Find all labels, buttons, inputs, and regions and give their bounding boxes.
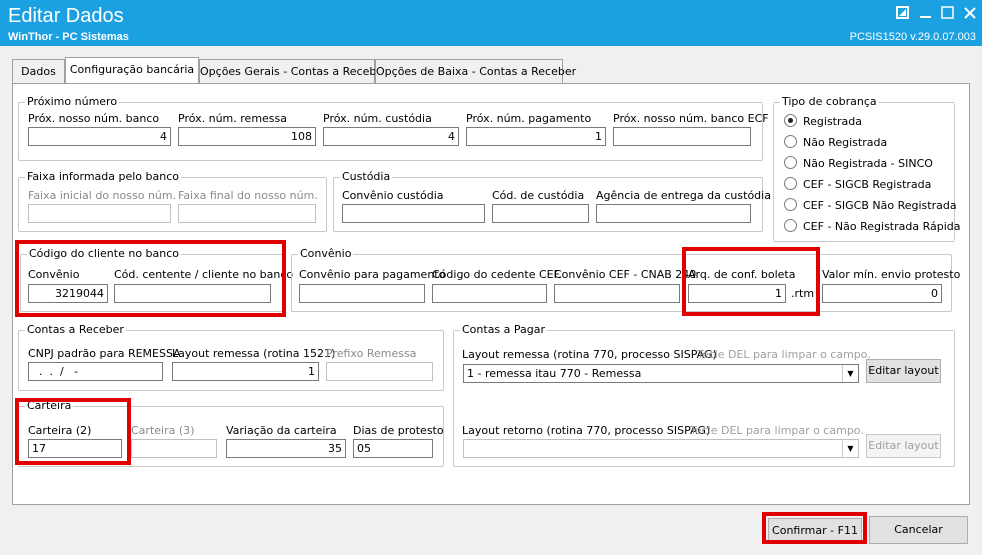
maximize-icon[interactable]: [940, 6, 956, 22]
title-bar: Editar Dados WinThor - PC Sistemas PCSIS…: [0, 0, 982, 46]
radio-cef-sigcb-registrada[interactable]: CEF - SIGCB Registrada: [784, 177, 931, 191]
radio-selected-icon: [784, 114, 797, 127]
layout-remessa-1521-input[interactable]: 1: [172, 362, 319, 381]
window-subtitle: WinThor - PC Sistemas: [8, 31, 129, 43]
tab-configuracao-bancaria[interactable]: Configuração bancária: [65, 57, 199, 83]
field-label: Cód. de custódia: [492, 189, 585, 202]
field-label: Faixa final do nosso núm.: [178, 189, 318, 202]
field-label: Próx. núm. remessa: [178, 112, 288, 125]
radio-icon: [784, 156, 797, 169]
minimize-icon[interactable]: [918, 6, 934, 22]
field-label: Convênio CEF - CNAB 240: [554, 268, 697, 281]
prox-num-custodia-input[interactable]: 4: [323, 127, 459, 146]
group-tipo-cobranca: Tipo de cobrança Registrada Não Registra…: [773, 95, 961, 242]
prox-num-pagamento-input[interactable]: 1: [466, 127, 606, 146]
field-label: Carteira (3): [131, 424, 195, 437]
radio-icon: [784, 198, 797, 211]
field-label: Convênio custódia: [342, 189, 444, 202]
field-label: Variação da carteira: [226, 424, 337, 437]
cod-cedente-input[interactable]: [114, 284, 271, 303]
dias-protesto-input[interactable]: 05: [353, 439, 433, 458]
del-hint: Tecle DEL para limpar o campo.: [690, 424, 864, 437]
field-label: Faixa inicial do nosso núm.: [28, 189, 177, 202]
tab-dados[interactable]: Dados: [12, 59, 65, 84]
rtm-suffix: .rtm: [791, 287, 815, 300]
field-label: Valor mín. envio protesto: [822, 268, 961, 281]
field-label: CNPJ padrão para REMESSA: [28, 347, 181, 360]
convenio-input[interactable]: 3219044: [28, 284, 108, 303]
field-label: Convênio: [28, 268, 80, 281]
prox-num-remessa-input[interactable]: 108: [178, 127, 316, 146]
codigo-cedente-cef-input[interactable]: [432, 284, 547, 303]
carteira-3-input[interactable]: [131, 439, 217, 458]
valor-min-protesto-input[interactable]: 0: [822, 284, 942, 303]
cnpj-remessa-input[interactable]: . . / -: [28, 362, 163, 381]
faixa-inicial-input[interactable]: [28, 204, 171, 223]
field-label: Próx. nosso núm. banco: [28, 112, 160, 125]
radio-icon: [784, 177, 797, 190]
radio-cef-sigcb-nao-registrada[interactable]: CEF - SIGCB Não Registrada: [784, 198, 957, 212]
group-legend: Tipo de cobrança: [780, 95, 879, 108]
prox-nosso-num-banco-input[interactable]: 4: [28, 127, 171, 146]
field-label: Layout remessa (rotina 770, processo SIS…: [462, 348, 717, 361]
field-label: Próx. nosso núm. banco ECF: [613, 112, 769, 125]
close-icon[interactable]: [962, 6, 978, 22]
field-label: Agência de entrega da custódia: [596, 189, 771, 202]
layout-retorno-770-select[interactable]: ▼: [463, 439, 859, 458]
cancel-button[interactable]: Cancelar: [869, 516, 968, 544]
group-legend: Custódia: [340, 170, 393, 183]
faixa-final-input[interactable]: [178, 204, 316, 223]
chevron-down-icon[interactable]: ▼: [842, 365, 858, 382]
variacao-carteira-input[interactable]: 35: [226, 439, 346, 458]
convenio-pagamento-input[interactable]: [299, 284, 425, 303]
editar-layout-remessa-button[interactable]: Editar layout: [866, 359, 941, 383]
field-label: Carteira (2): [28, 424, 92, 437]
group-legend: Contas a Receber: [25, 323, 126, 336]
del-hint: Tecle DEL para limpar o campo.: [697, 348, 871, 361]
tab-opcoes-gerais[interactable]: Opções Gerais - Contas a Receber: [199, 59, 388, 84]
agencia-entrega-input[interactable]: [596, 204, 751, 223]
cod-custodia-input[interactable]: [492, 204, 589, 223]
field-label: Layout remessa (rotina 1521): [172, 347, 336, 360]
field-label: Cód. centente / cliente no banco: [114, 268, 294, 281]
prox-nosso-num-ecf-input[interactable]: [613, 127, 751, 146]
field-label: Prefixo Remessa: [326, 347, 417, 360]
radio-nao-registrada[interactable]: Não Registrada: [784, 135, 887, 149]
group-legend: Contas a Pagar: [460, 323, 548, 336]
field-label: Próx. núm. pagamento: [466, 112, 592, 125]
field-label: Layout retorno (rotina 770, processo SIS…: [462, 424, 711, 437]
editar-layout-retorno-button[interactable]: Editar layout: [866, 434, 941, 458]
carteira-2-input[interactable]: 17: [28, 439, 122, 458]
version-label: PCSIS1520 v.29.0.07.003: [849, 31, 976, 43]
radio-nao-registrada-sinco[interactable]: Não Registrada - SINCO: [784, 156, 933, 170]
convenio-cef-cnab-input[interactable]: [554, 284, 680, 303]
field-label: Dias de protesto: [353, 424, 444, 437]
group-legend: Código do cliente no banco: [27, 247, 182, 260]
group-contas-receber: Contas a Receber: [18, 323, 444, 391]
arq-conf-boleta-input[interactable]: 1: [688, 284, 786, 303]
radio-icon: [784, 219, 797, 232]
field-label: Código do cedente CEF.: [432, 268, 562, 281]
convenio-custodia-input[interactable]: [342, 204, 485, 223]
radio-icon: [784, 135, 797, 148]
group-codigo-cliente: Código do cliente no banco: [20, 247, 284, 312]
group-legend: Faixa informada pelo banco: [25, 170, 182, 183]
chevron-down-icon[interactable]: ▼: [842, 440, 858, 457]
layout-remessa-770-select[interactable]: 1 - remessa itau 770 - Remessa ▼: [463, 364, 859, 383]
window-title: Editar Dados: [8, 5, 124, 27]
group-legend: Convênio: [298, 247, 354, 260]
group-legend: Carteira: [25, 399, 74, 412]
group-convenio: Convênio: [291, 247, 952, 312]
confirm-button[interactable]: Confirmar - F11: [768, 518, 862, 544]
field-label: Convênio para pagamento: [299, 268, 446, 281]
field-label: Próx. núm. custódia: [323, 112, 432, 125]
tab-opcoes-baixa[interactable]: Opções de Baixa - Contas a Receber: [375, 59, 576, 84]
radio-cef-nao-registrada-rapida[interactable]: CEF - Não Registrada Rápida: [784, 219, 961, 233]
group-legend: Próximo número: [25, 95, 120, 108]
field-label: Arq. de conf. boleta: [688, 268, 796, 281]
prefixo-remessa-input[interactable]: [326, 362, 433, 381]
restore-icon[interactable]: [895, 6, 911, 22]
radio-registrada[interactable]: Registrada: [784, 114, 862, 128]
